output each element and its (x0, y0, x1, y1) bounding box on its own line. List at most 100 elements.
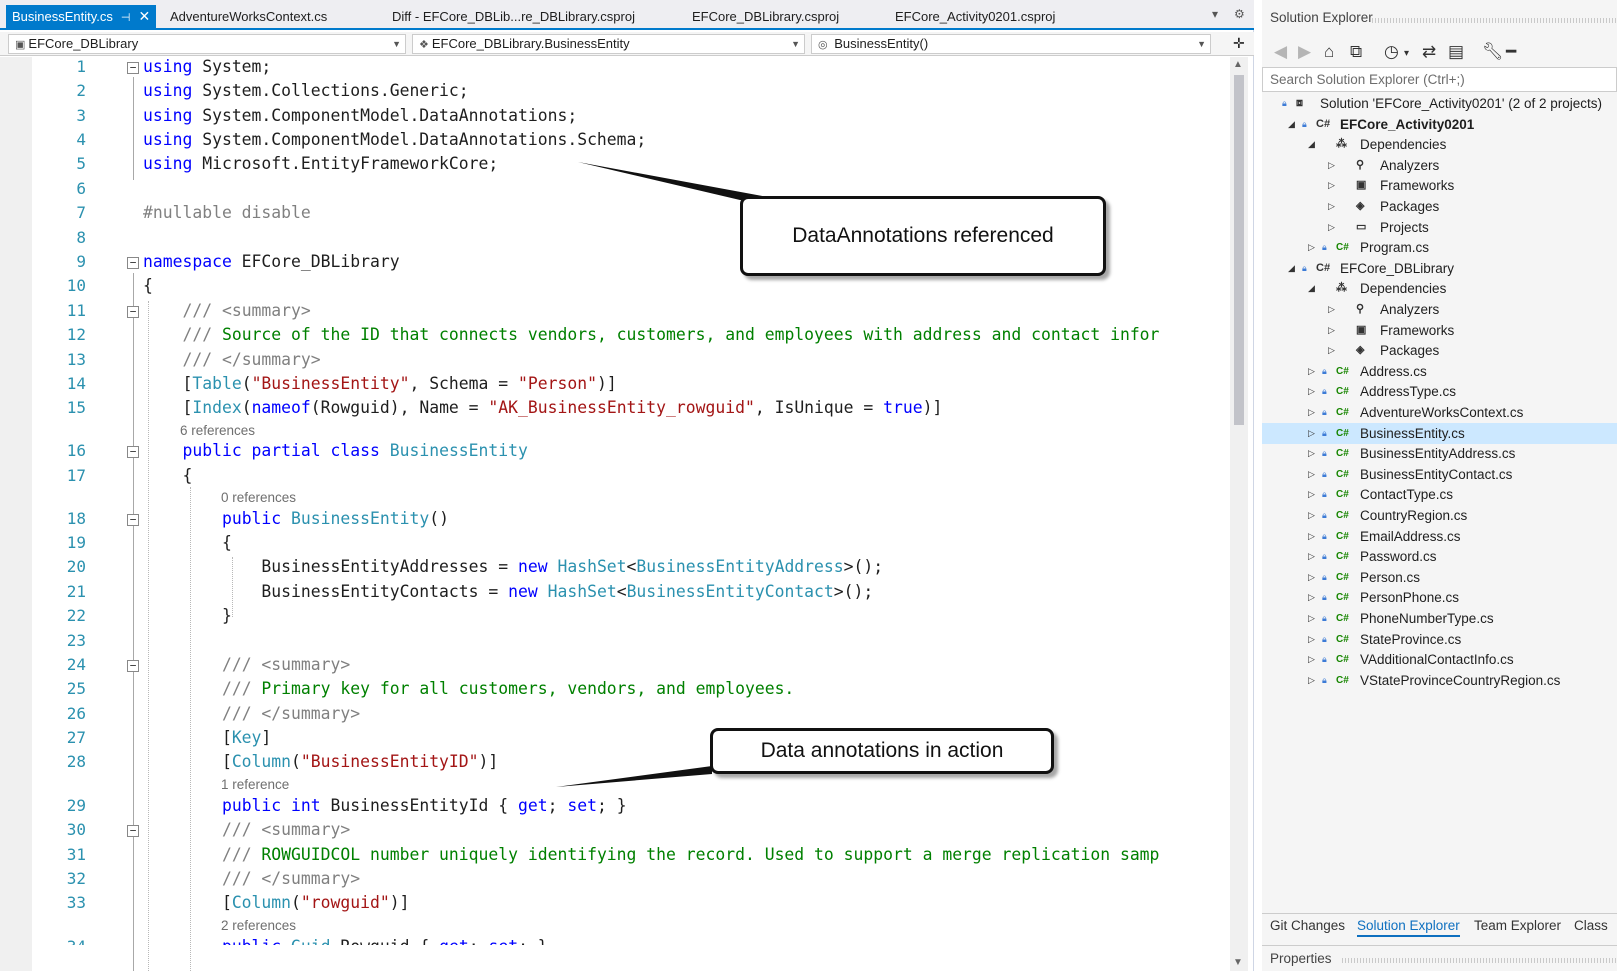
tree-item[interactable]: ▷ ◈ Packages (1262, 196, 1617, 217)
tree-item[interactable]: ▷ 🔒︎ C# BusinessEntity.cs (1262, 422, 1617, 444)
tab-businessentity-cs[interactable]: BusinessEntity.cs ⊣ ✕ (6, 5, 157, 30)
collapsed-arrow-icon[interactable]: ▷ (1328, 217, 1335, 238)
collapsed-arrow-icon[interactable]: ▷ (1308, 402, 1315, 423)
codelens-references[interactable]: 6 references (180, 423, 255, 438)
tree-item[interactable]: ▷ 🔒︎ C# BusinessEntityAddress.cs (1262, 443, 1617, 464)
collapsed-arrow-icon[interactable]: ▷ (1308, 361, 1315, 382)
tree-item[interactable]: ▷ 🔒︎ C# VAdditionalContactInfo.cs (1262, 649, 1617, 670)
collapse-icon[interactable]: − (127, 446, 139, 458)
tree-item[interactable]: ▷ 🔒︎ C# PhoneNumberType.cs (1262, 608, 1617, 629)
scrollbar-thumb[interactable] (1234, 75, 1244, 425)
editor-vertical-scrollbar[interactable]: ▲ ▼ (1230, 57, 1248, 971)
tab-efcore-activity0201-csproj[interactable]: EFCore_Activity0201.csproj (895, 5, 1055, 28)
collapse-icon[interactable]: − (127, 514, 139, 526)
collapsed-arrow-icon[interactable]: ▷ (1308, 464, 1315, 485)
tree-item[interactable]: ▷ 🔒︎ C# AddressType.cs (1262, 381, 1617, 402)
collapse-icon[interactable]: − (127, 306, 139, 318)
collapsed-arrow-icon[interactable]: ▷ (1308, 649, 1315, 670)
tree-item[interactable]: ◢ 🔒︎ C# EFCore_DBLibrary (1262, 258, 1617, 279)
tab-solution-explorer[interactable]: Solution Explorer (1357, 918, 1460, 937)
tree-item[interactable]: ▷ 🔒︎ C# Address.cs (1262, 361, 1617, 382)
collapsed-arrow-icon[interactable]: ▷ (1308, 423, 1315, 444)
tree-item[interactable]: ▷ 🔒︎ C# CountryRegion.cs (1262, 505, 1617, 526)
tree-item[interactable]: ◢ ⁂ Dependencies (1262, 278, 1617, 299)
member-dropdown[interactable]: ◎ BusinessEntity() ▼ (811, 34, 1211, 54)
tree-item[interactable]: ◢ ⁂ Dependencies (1262, 134, 1617, 155)
expanded-arrow-icon[interactable]: ◢ (1288, 258, 1295, 279)
collapsed-arrow-icon[interactable]: ▷ (1308, 567, 1315, 588)
sync-icon[interactable]: ⇄ (1422, 42, 1436, 62)
collapsed-arrow-icon[interactable]: ▷ (1308, 608, 1315, 629)
collapsed-arrow-icon[interactable]: ▷ (1308, 237, 1315, 258)
expanded-arrow-icon[interactable]: ◢ (1308, 278, 1315, 299)
properties-panel-titlebar[interactable]: Properties (1262, 945, 1617, 971)
collapsed-arrow-icon[interactable]: ▷ (1308, 505, 1315, 526)
type-dropdown[interactable]: ❖ EFCore_DBLibrary.BusinessEntity ▼ (412, 34, 805, 54)
collapse-icon[interactable]: − (127, 660, 139, 672)
tree-item[interactable]: ▷ ▣ Frameworks (1262, 320, 1617, 341)
expanded-arrow-icon[interactable]: ◢ (1308, 134, 1315, 155)
tree-item[interactable]: 🔒︎ ⧈ Solution 'EFCore_Activity0201' (2 of … (1262, 93, 1617, 114)
solution-tree[interactable]: 🔒︎ ⧈ Solution 'EFCore_Activity0201' (2 of … (1262, 93, 1617, 903)
pin-icon[interactable]: ⊣ (121, 7, 131, 30)
tab-adventureworkscontext-cs[interactable]: AdventureWorksContext.cs (170, 5, 327, 28)
tree-item[interactable]: ▷ 🔒︎ C# PersonPhone.cs (1262, 587, 1617, 608)
tree-item[interactable]: ▷ 🔒︎ C# AdventureWorksContext.cs (1262, 402, 1617, 423)
tree-item[interactable]: ▷ 🔒︎ C# Program.cs (1262, 237, 1617, 258)
tab-diff-csproj[interactable]: Diff - EFCore_DBLib...re_DBLibrary.cspro… (392, 5, 635, 28)
codelens-references[interactable]: 1 reference (221, 777, 289, 792)
code-editor[interactable]: 1− using System; 2 using System.Collection… (0, 57, 1230, 971)
chevron-down-icon[interactable]: ▾ (1404, 48, 1409, 59)
collapsed-arrow-icon[interactable]: ▷ (1328, 175, 1335, 196)
back-icon[interactable]: ◀ (1274, 42, 1287, 62)
collapse-icon[interactable]: − (127, 257, 139, 269)
expanded-arrow-icon[interactable]: ◢ (1288, 114, 1295, 135)
collapsed-arrow-icon[interactable]: ▷ (1308, 484, 1315, 505)
tree-item[interactable]: ▷ 🔒︎ C# StateProvince.cs (1262, 629, 1617, 650)
collapsed-arrow-icon[interactable]: ▷ (1328, 299, 1335, 320)
collapsed-arrow-icon[interactable]: ▷ (1308, 443, 1315, 464)
forward-icon[interactable]: ▶ (1298, 42, 1311, 62)
collapse-icon[interactable]: − (127, 825, 139, 837)
minus-icon[interactable]: ━ (1506, 42, 1516, 62)
tree-item[interactable]: ▷ ▣ Frameworks (1262, 175, 1617, 196)
collapse-icon[interactable]: − (127, 62, 139, 74)
properties-wrench-icon[interactable]: 🔧︎ (1482, 42, 1504, 62)
tree-item[interactable]: ▷ 🔒︎ C# ContactType.cs (1262, 484, 1617, 505)
tree-item[interactable]: ◢ 🔒︎ C# EFCore_Activity0201 (1262, 114, 1617, 135)
tab-team-explorer[interactable]: Team Explorer (1474, 918, 1561, 933)
tree-item[interactable]: ▷ ▭ Projects (1262, 217, 1617, 238)
collapsed-arrow-icon[interactable]: ▷ (1308, 546, 1315, 567)
collapsed-arrow-icon[interactable]: ▷ (1328, 196, 1335, 217)
tree-item[interactable]: ▷ 🔒︎ C# BusinessEntityContact.cs (1262, 464, 1617, 485)
tree-item[interactable]: ▷ ◈ Packages (1262, 340, 1617, 361)
solution-explorer-search-input[interactable]: Search Solution Explorer (Ctrl+;) (1262, 67, 1617, 92)
collapse-all-icon[interactable]: ▤ (1448, 42, 1464, 62)
tab-git-changes[interactable]: Git Changes (1270, 918, 1345, 933)
tree-item[interactable]: ▷ 🔒︎ C# EmailAddress.cs (1262, 526, 1617, 547)
scroll-down-icon[interactable]: ▼ (1233, 957, 1243, 968)
home-icon[interactable]: ⌂ (1324, 42, 1334, 62)
collapsed-arrow-icon[interactable]: ▷ (1308, 629, 1315, 650)
codelens-references[interactable]: 2 references (221, 918, 296, 933)
collapsed-arrow-icon[interactable]: ▷ (1308, 587, 1315, 608)
tree-item[interactable]: ▷ 🔒︎ C# VStateProvinceCountryRegion.cs (1262, 670, 1617, 691)
settings-gear-icon[interactable]: ⚙ (1234, 7, 1245, 21)
collapsed-arrow-icon[interactable]: ▷ (1308, 526, 1315, 547)
close-icon[interactable]: ✕ (139, 5, 151, 28)
tree-item[interactable]: ▷ 🔒︎ C# Person.cs (1262, 567, 1617, 588)
collapsed-arrow-icon[interactable]: ▷ (1328, 320, 1335, 341)
pending-changes-filter-icon[interactable]: ◷ (1384, 42, 1399, 62)
split-window-icon[interactable]: ✛ (1233, 35, 1245, 52)
tree-item[interactable]: ▷ ⚲ Analyzers (1262, 299, 1617, 320)
codelens-references[interactable]: 0 references (221, 490, 296, 505)
collapsed-arrow-icon[interactable]: ▷ (1308, 381, 1315, 402)
collapsed-arrow-icon[interactable]: ▷ (1328, 155, 1335, 176)
project-dropdown[interactable]: ▣ EFCore_DBLibrary ▼ (8, 34, 406, 54)
collapsed-arrow-icon[interactable]: ▷ (1308, 670, 1315, 691)
tab-efcore-dblibrary-csproj[interactable]: EFCore_DBLibrary.csproj (692, 5, 839, 28)
tab-class-view[interactable]: Class (1574, 918, 1608, 933)
tree-item[interactable]: ▷ ⚲ Analyzers (1262, 155, 1617, 176)
scroll-up-icon[interactable]: ▲ (1233, 59, 1243, 70)
tree-item[interactable]: ▷ 🔒︎ C# Password.cs (1262, 546, 1617, 567)
